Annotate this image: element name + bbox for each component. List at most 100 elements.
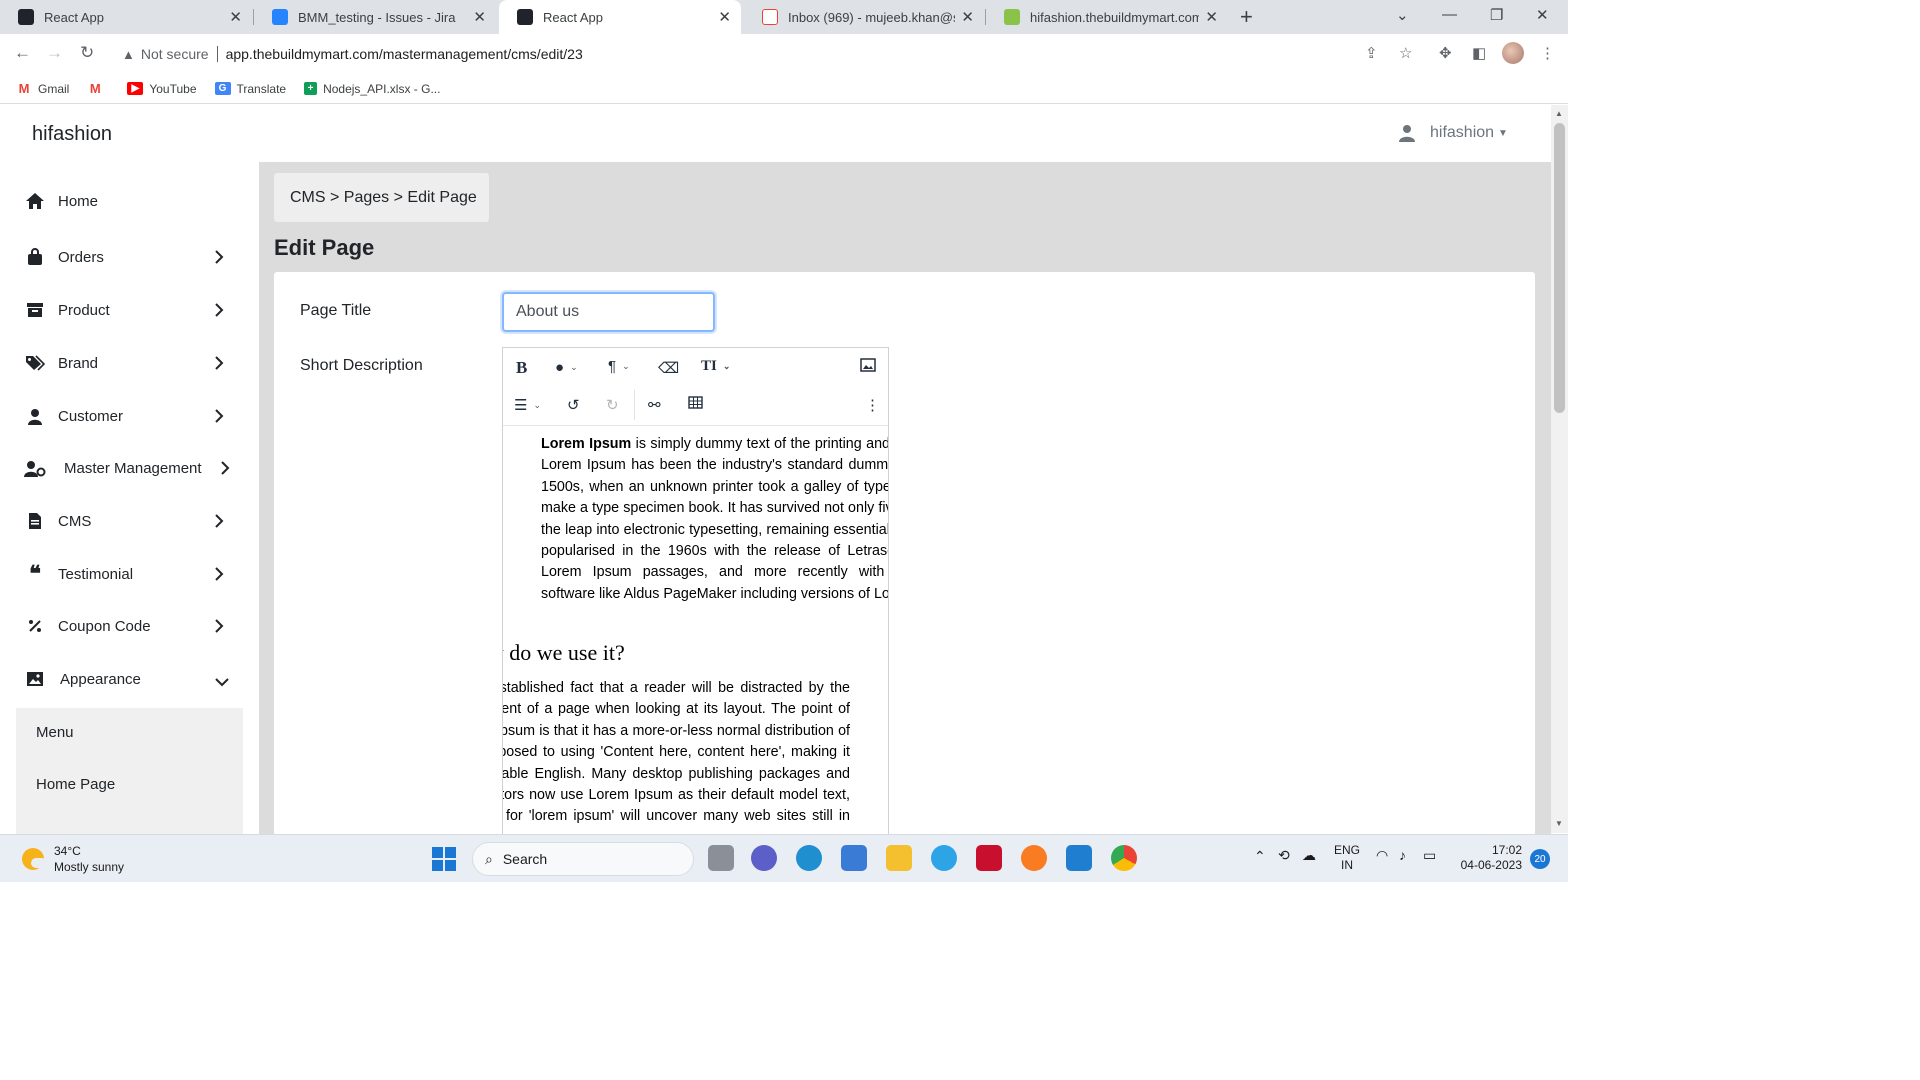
eraser-icon[interactable]: ⌫	[658, 359, 679, 377]
close-tab-icon[interactable]: ✕	[1205, 8, 1218, 26]
sidebar-item-testimonial[interactable]: ❝ Testimonial	[24, 559, 236, 589]
minimize-icon[interactable]: —	[1442, 6, 1457, 23]
redo-icon[interactable]: ↻	[606, 396, 619, 414]
close-tab-icon[interactable]: ✕	[229, 8, 242, 26]
app-header: hifashion hifashion ▼	[0, 105, 1551, 162]
undo-icon[interactable]: ↺	[567, 396, 580, 414]
bold-icon[interactable]: B	[516, 358, 527, 378]
vscode-icon[interactable]	[1066, 845, 1092, 871]
insert-image-icon[interactable]	[860, 358, 876, 372]
bookmark-gmail[interactable]: M Gmail	[16, 81, 70, 96]
close-tab-icon[interactable]: ✕	[961, 8, 974, 26]
side-panel-icon[interactable]: ◧	[1472, 44, 1486, 62]
address-divider	[216, 46, 218, 62]
page-title-input[interactable]	[502, 292, 715, 332]
breadcrumb-pages[interactable]: Pages	[344, 189, 389, 207]
editor-content[interactable]: Lorem Ipsum is simply dummy text of the …	[503, 426, 888, 834]
user-gear-icon	[24, 460, 46, 477]
breadcrumb-cms[interactable]: CMS	[290, 189, 326, 207]
more-menu-icon[interactable]: ⋮	[1540, 44, 1555, 62]
submenu-item-home-page[interactable]: Home Page	[36, 776, 115, 793]
table-icon[interactable]	[688, 396, 703, 409]
browser-tab[interactable]: Inbox (969) - mujeeb.khan@sunh ✕	[744, 0, 984, 34]
forward-icon[interactable]: →	[46, 43, 63, 63]
text-color-icon[interactable]: ● ⌄	[555, 359, 578, 376]
volume-icon[interactable]: ♪	[1399, 848, 1406, 863]
sync-icon[interactable]: ⟲	[1278, 848, 1290, 863]
scrollbar-thumb[interactable]	[1554, 123, 1565, 413]
browser-tab[interactable]: BMM_testing - Issues - Jira ✕	[254, 0, 496, 34]
battery-icon[interactable]: ▭	[1423, 848, 1436, 863]
font-size-icon[interactable]: TI ⌄	[701, 358, 730, 375]
scroll-down-icon[interactable]: ▼	[1555, 819, 1563, 828]
sidebar: Home Orders Product Brand Customer Maste…	[0, 162, 259, 834]
sidebar-item-appearance[interactable]: Appearance	[24, 664, 236, 694]
link-icon[interactable]: ⚯	[648, 396, 661, 414]
scroll-up-icon[interactable]: ▲	[1555, 109, 1563, 118]
task-view-icon[interactable]	[708, 845, 734, 871]
page-title: Edit Page	[274, 235, 375, 260]
align-icon[interactable]: ☰ ⌄	[514, 396, 541, 414]
file-explorer-icon[interactable]	[886, 845, 912, 871]
rich-text-editor[interactable]: B ● ⌄ ¶ ⌄ ⌫ TI ⌄ ☰ ⌄ ↺ ↻ ⚯ ⋮ Lorem Ipsum is …	[502, 347, 889, 834]
reload-icon[interactable]: ↻	[80, 43, 94, 63]
bookmark-translate[interactable]: G Translate	[214, 82, 286, 96]
windows-start-icon[interactable]	[432, 847, 456, 871]
firefox-icon[interactable]	[1021, 845, 1047, 871]
sidebar-item-master-management[interactable]: Master Management	[24, 453, 244, 483]
tray-chevron-icon[interactable]: ⌃	[1254, 849, 1266, 864]
editor-paragraph: It is a long established fact that a rea…	[503, 680, 850, 825]
back-icon[interactable]: ←	[14, 43, 31, 63]
restore-icon[interactable]: ❐	[1490, 6, 1503, 24]
address-bar[interactable]: ▲ Not secure app.thebuildmymart.com/mast…	[112, 38, 1394, 70]
user-menu[interactable]: hifashion ▼	[1398, 124, 1508, 142]
browser-tab-active[interactable]: React App ✕	[499, 0, 741, 34]
sidebar-item-brand[interactable]: Brand	[24, 348, 236, 378]
notification-badge[interactable]: 20	[1530, 849, 1550, 869]
submenu-item-menu[interactable]: Menu	[36, 724, 74, 741]
chrome-icon[interactable]	[1111, 845, 1137, 871]
profile-avatar[interactable]	[1502, 42, 1524, 64]
close-tab-icon[interactable]: ✕	[718, 8, 731, 26]
browser-tab[interactable]: React App ✕	[0, 0, 252, 34]
brand-name[interactable]: hifashion	[32, 123, 112, 146]
chevron-right-icon	[214, 249, 224, 269]
tab-search-icon[interactable]: ⌄	[1396, 6, 1409, 24]
taskbar-search[interactable]: ⌕ Search	[472, 842, 694, 876]
share-icon[interactable]: ⇪	[1365, 44, 1378, 62]
store-icon[interactable]	[841, 845, 867, 871]
clock[interactable]: 17:02 04-06-2023	[1456, 843, 1522, 873]
onedrive-icon[interactable]: ☁	[1302, 848, 1316, 863]
weather-widget[interactable]: 34°C Mostly sunny	[22, 843, 124, 875]
sidebar-item-orders[interactable]: Orders	[24, 242, 236, 272]
bookmark-youtube[interactable]: ▶ YouTube	[127, 82, 197, 96]
page-scrollbar[interactable]: ▲ ▼	[1551, 105, 1568, 833]
chevron-right-icon	[214, 513, 224, 533]
mcafee-icon[interactable]	[976, 845, 1002, 871]
close-window-icon[interactable]: ✕	[1536, 6, 1549, 24]
sidebar-item-coupon-code[interactable]: Coupon Code	[24, 611, 236, 641]
jira-icon	[272, 9, 288, 25]
sidebar-item-product[interactable]: Product	[24, 295, 236, 325]
edit-form-card: Page Title Short Description B ●⌄ ¶⌄ ⌫ T…	[274, 272, 1535, 834]
language-indicator[interactable]: ENG IN	[1334, 843, 1360, 873]
warning-icon[interactable]: ▲	[122, 47, 135, 62]
more-options-icon[interactable]: ⋮	[865, 396, 880, 414]
bookmark-gmail-2[interactable]: M	[87, 81, 109, 96]
sidebar-item-home[interactable]: Home	[24, 186, 236, 216]
chevron-right-icon	[214, 618, 224, 638]
paragraph-icon[interactable]: ¶ ⌄	[608, 358, 630, 375]
bookmark-sheets[interactable]: + Nodejs_API.xlsx - G...	[304, 82, 440, 96]
teams-icon[interactable]	[751, 845, 777, 871]
sidebar-item-customer[interactable]: Customer	[24, 401, 236, 431]
browser-tab[interactable]: hifashion.thebuildmymart.com/h ✕	[986, 0, 1228, 34]
new-tab-icon[interactable]: +	[1240, 4, 1253, 30]
close-tab-icon[interactable]: ✕	[473, 8, 486, 26]
wifi-icon[interactable]: ◠	[1376, 848, 1388, 863]
bookmark-star-icon[interactable]: ☆	[1399, 44, 1412, 62]
sidebar-item-cms[interactable]: CMS	[24, 506, 236, 536]
home-icon	[24, 192, 46, 210]
help-icon[interactable]	[931, 845, 957, 871]
edge-icon[interactable]	[796, 845, 822, 871]
extensions-icon[interactable]: ✥	[1439, 44, 1452, 62]
